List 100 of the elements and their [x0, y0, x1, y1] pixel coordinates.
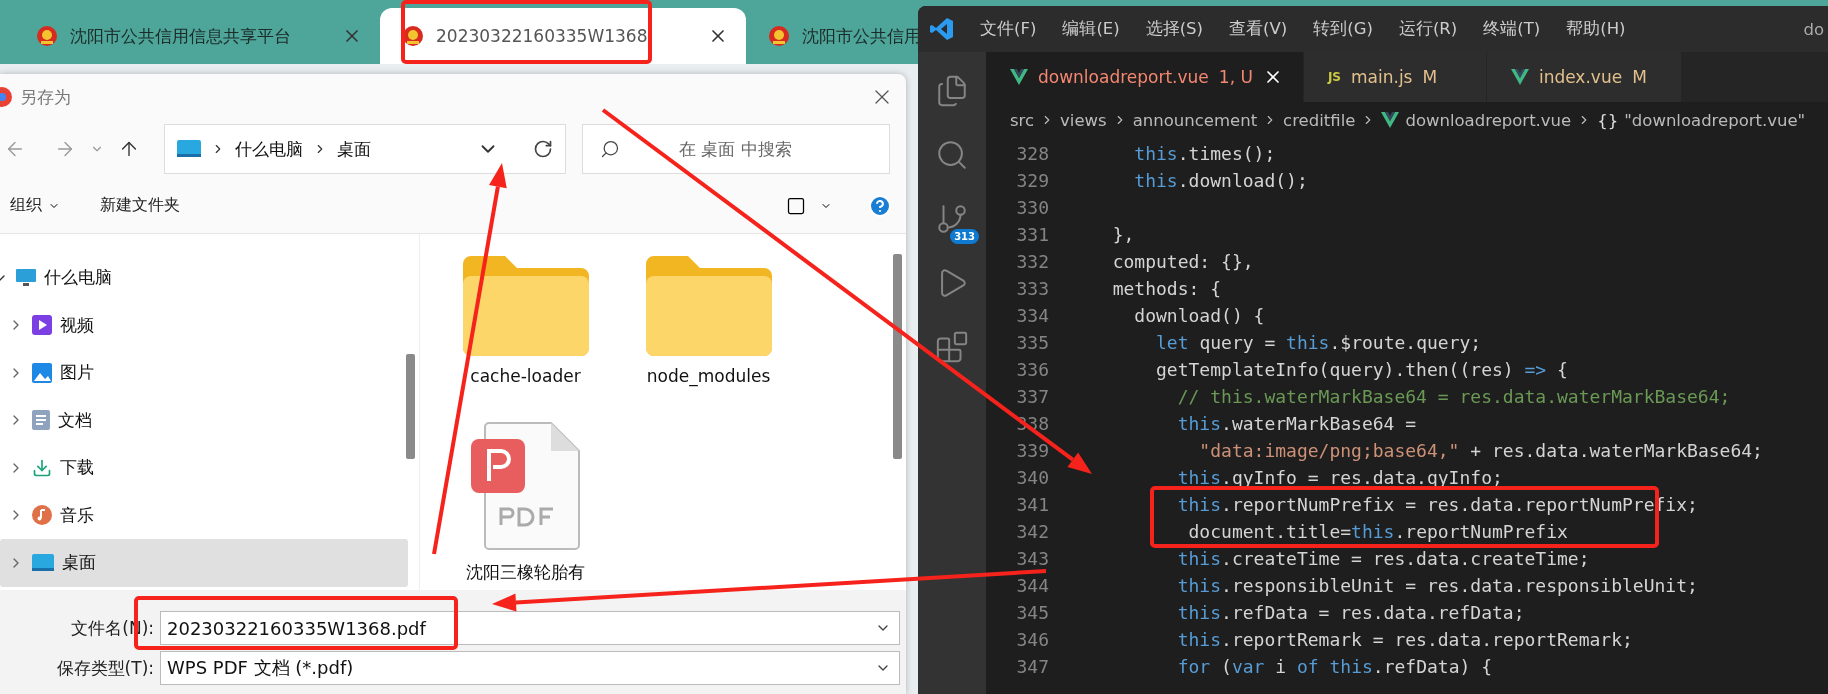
emblem-icon	[402, 25, 424, 47]
menu-item[interactable]: 查看(V)	[1229, 18, 1288, 40]
window-title: do	[1803, 19, 1824, 39]
computer-icon	[16, 268, 36, 287]
document-icon	[32, 410, 50, 431]
line-number: 328	[1015, 143, 1049, 164]
desktop-icon	[32, 553, 54, 572]
file-item[interactable]: 沈阳三橡轮胎有	[438, 421, 613, 586]
scrollbar[interactable]	[893, 254, 902, 459]
view-icon[interactable]	[786, 195, 806, 216]
tab-label: main.js	[1351, 67, 1413, 87]
editor-tab[interactable]: downloadreport.vue 1, U	[986, 52, 1304, 102]
file-status: 1, U	[1218, 67, 1253, 87]
file-name-field[interactable]: 20230322160335W1368.pdf	[160, 611, 900, 645]
menu-item[interactable]: 转到(G)	[1313, 18, 1373, 40]
line-number: 343	[1015, 548, 1049, 569]
code-line: this.download();	[1133, 170, 1308, 191]
video-icon	[32, 315, 52, 336]
breadcrumb-item[interactable]: creditfile	[1283, 110, 1356, 130]
address-segment[interactable]: 什么电脑	[235, 137, 303, 161]
tab-label: index.vue	[1538, 67, 1623, 87]
tree-item[interactable]: 音乐	[0, 491, 408, 539]
extensions-icon[interactable]	[935, 330, 969, 364]
symbol-icon: {}	[1597, 110, 1619, 130]
picture-icon	[32, 362, 52, 383]
browser-tab[interactable]: 20230322160335W1368	[380, 8, 746, 64]
menu-item[interactable]: 编辑(E)	[1062, 18, 1120, 40]
breadcrumb-item[interactable]: views	[1060, 110, 1107, 130]
line-number: 339	[1015, 440, 1049, 461]
dialog-title: 另存为	[20, 85, 72, 109]
code-line: document.title=this.reportNumPrefix	[1187, 521, 1568, 542]
menu-item[interactable]: 文件(F)	[980, 18, 1037, 40]
file-item[interactable]: cache-loader	[438, 256, 613, 421]
tree-item[interactable]: 下载	[0, 444, 408, 492]
line-number: 332	[1015, 251, 1049, 272]
folder-icon	[462, 256, 589, 356]
code-line: this.qyInfo = res.data.qyInfo;	[1176, 467, 1503, 488]
emblem-icon	[36, 25, 58, 47]
breadcrumb-item[interactable]: "downloadreport.vue"	[1624, 110, 1806, 130]
field-label: 保存类型(T):	[55, 656, 155, 680]
menu-item[interactable]: 帮助(H)	[1566, 18, 1626, 40]
code-line: getTemplateInfo(query).then((res) => {	[1155, 359, 1568, 380]
search-field[interactable]: 在 桌面 中搜索	[582, 124, 890, 174]
new-folder-button[interactable]: 新建文件夹	[96, 191, 184, 220]
file-type-dropdown[interactable]: WPS PDF 文档 (*.pdf)	[160, 651, 900, 685]
address-segment[interactable]: 桌面	[337, 137, 371, 161]
folder-icon	[645, 256, 772, 356]
code-line: this.responsibleUnit = res.data.responsibleUnit;	[1176, 575, 1698, 596]
line-number: 334	[1015, 305, 1049, 326]
editor-logo-icon	[930, 17, 954, 41]
breadcrumb-item[interactable]: announcement	[1132, 110, 1258, 130]
vue-icon	[1510, 69, 1529, 85]
line-number: 329	[1015, 170, 1049, 191]
code-line: download() {	[1133, 305, 1265, 326]
menu-item[interactable]: 选择(S)	[1145, 18, 1204, 40]
code-line: this.refData = res.data.refData;	[1176, 602, 1525, 623]
tree-item[interactable]: 图片	[0, 349, 408, 397]
code-line: computed: {},	[1111, 251, 1254, 272]
organize-button[interactable]: 组织	[6, 191, 46, 220]
breadcrumb-item[interactable]: src	[1010, 110, 1035, 130]
address-bar[interactable]: 什么电脑 桌面	[164, 124, 566, 174]
line-number: 335	[1015, 332, 1049, 353]
tab-label: downloadreport.vue	[1038, 67, 1209, 87]
file-item[interactable]: node_modules	[621, 256, 796, 421]
tree-item[interactable]: 视频	[0, 301, 408, 349]
tree-item[interactable]: 文档	[0, 396, 408, 444]
line-number: 333	[1015, 278, 1049, 299]
code-line: // this.waterMarkBase64 = res.data.waterMarkBase64;	[1176, 386, 1731, 407]
download-icon	[32, 457, 52, 478]
line-number: 336	[1015, 359, 1049, 380]
line-number: 347	[1015, 656, 1049, 677]
scrollbar[interactable]	[406, 354, 415, 459]
line-number: 340	[1015, 467, 1049, 488]
line-number: 345	[1015, 602, 1049, 623]
js-file-icon: JS	[1327, 70, 1341, 84]
vue-icon	[1381, 112, 1400, 128]
refresh-icon[interactable]	[533, 139, 553, 159]
code-line: this.waterMarkBase64 =	[1176, 413, 1417, 434]
tree-item[interactable]: 什么电脑	[0, 254, 408, 302]
code-line: this.createTime = res.data.createTime;	[1176, 548, 1590, 569]
vue-icon	[1010, 69, 1028, 85]
menu-item[interactable]: 运行(R)	[1398, 18, 1458, 40]
editor-tab[interactable]: index.vue M	[1486, 52, 1682, 102]
tree-item[interactable]: 桌面	[0, 539, 408, 587]
browser-tab[interactable]: 沈阳市公共信用信息共享平台	[14, 8, 380, 64]
explorer-icon[interactable]	[935, 74, 969, 108]
line-number: 344	[1015, 575, 1049, 596]
browser-logo-icon	[0, 85, 12, 109]
breadcrumb-item[interactable]: downloadreport.vue	[1405, 110, 1572, 130]
code-line: },	[1111, 224, 1135, 245]
search-icon[interactable]	[600, 139, 620, 159]
code-line: let query = this.$route.query;	[1155, 332, 1482, 353]
menu-item[interactable]: 终端(T)	[1483, 18, 1541, 40]
code-line: "data:image/png;base64," + res.data.waterMarkBase64;	[1198, 440, 1763, 461]
line-number: 346	[1015, 629, 1049, 650]
editor-tab[interactable]: JS main.js M	[1303, 52, 1487, 102]
code-line: for (var i of this.refData) {	[1176, 656, 1493, 677]
emblem-icon	[768, 25, 790, 47]
line-number: 337	[1015, 386, 1049, 407]
line-number: 331	[1015, 224, 1049, 245]
